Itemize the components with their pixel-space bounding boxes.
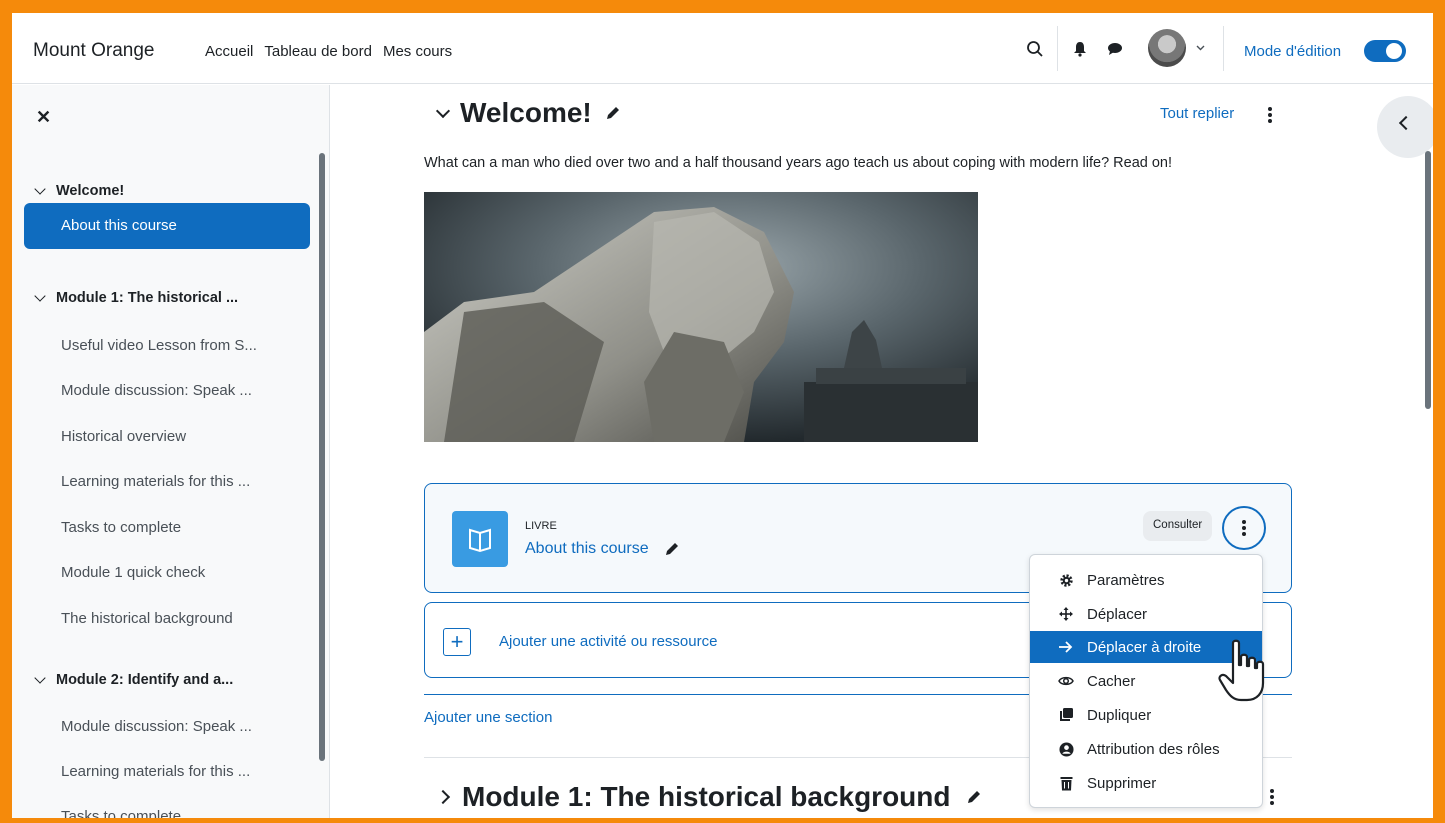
sidebar-section-label: Welcome!	[56, 183, 125, 199]
chevron-left-icon	[1398, 115, 1414, 131]
sidebar-item[interactable]: Module 1 quick check	[61, 564, 205, 581]
chat-icon[interactable]	[1105, 40, 1125, 58]
menu-item-assign-roles[interactable]: Attribution des rôles	[1030, 733, 1262, 765]
collapse-all-link[interactable]: Tout replier	[1160, 105, 1234, 122]
nav-dashboard[interactable]: Tableau de bord	[264, 43, 372, 60]
site-brand[interactable]: Mount Orange	[33, 40, 154, 62]
chevron-down-icon	[34, 289, 46, 302]
section-header-welcome: Welcome!	[435, 97, 622, 129]
activity-type: LIVRE	[525, 520, 557, 532]
copy-icon	[1058, 707, 1074, 723]
search-icon[interactable]	[1024, 38, 1046, 60]
eye-icon	[1058, 673, 1074, 689]
sidebar-item[interactable]: Module discussion: Speak ...	[61, 718, 252, 735]
kebab-icon	[1242, 520, 1246, 538]
edit-mode-label: Mode d'édition	[1244, 43, 1342, 60]
gear-icon	[1058, 572, 1074, 588]
chevron-down-icon[interactable]	[1194, 42, 1206, 54]
section-title: Welcome!	[460, 97, 592, 128]
top-navbar: Mount Orange Accueil Tableau de bord Mes…	[12, 13, 1433, 84]
chevron-down-icon[interactable]	[435, 103, 451, 118]
section-summary: What can a man who died over two and a h…	[424, 155, 1173, 171]
close-icon[interactable]: ✕	[36, 107, 51, 128]
primary-nav: Accueil Tableau de bord Mes cours	[205, 43, 452, 60]
activity-actions-button[interactable]	[1222, 506, 1266, 550]
user-circle-icon	[1058, 741, 1074, 757]
course-hero-image	[424, 192, 978, 442]
menu-item-move[interactable]: Déplacer	[1030, 598, 1262, 630]
move-arrows-icon	[1058, 606, 1074, 622]
chevron-right-icon[interactable]	[435, 789, 451, 805]
pencil-icon[interactable]	[965, 788, 983, 806]
menu-item-duplicate[interactable]: Dupliquer	[1030, 699, 1262, 731]
trash-icon	[1058, 775, 1074, 791]
course-index-drawer: ✕ Welcome! About this course Module 1: T…	[12, 85, 330, 818]
hand-cursor-icon	[1218, 639, 1265, 702]
chevron-down-icon	[34, 671, 46, 684]
pencil-icon[interactable]	[663, 540, 681, 558]
add-section-link[interactable]: Ajouter une section	[424, 709, 552, 726]
plus-icon: +	[443, 628, 471, 656]
sidebar-section-module-1[interactable]: Module 1: The historical ...	[34, 289, 239, 306]
sidebar-item[interactable]: Tasks to complete	[61, 519, 181, 536]
sidebar-scrollbar[interactable]	[319, 153, 325, 761]
sidebar-section-label: Module 2: Identify and a...	[56, 672, 234, 688]
edit-mode-toggle[interactable]	[1364, 40, 1406, 62]
navbar-divider	[1057, 26, 1058, 71]
menu-item-label: Supprimer	[1087, 774, 1157, 792]
sidebar-item[interactable]: Learning materials for this ...	[61, 473, 250, 490]
section-menu-icon[interactable]	[1270, 789, 1274, 807]
menu-item-label: Cacher	[1087, 672, 1136, 690]
moodle-window: Mount Orange Accueil Tableau de bord Mes…	[12, 13, 1433, 818]
menu-item-label: Dupliquer	[1087, 706, 1152, 724]
sidebar-item[interactable]: The historical background	[61, 610, 233, 627]
arrow-right-icon	[1058, 639, 1074, 655]
menu-item-label: Attribution des rôles	[1087, 740, 1220, 758]
sidebar-item[interactable]: Module discussion: Speak ...	[61, 382, 252, 399]
section-header-module-1: Module 1: The historical background	[435, 781, 983, 813]
user-avatar[interactable]	[1148, 29, 1186, 67]
sidebar-item[interactable]: Useful video Lesson from S...	[61, 337, 257, 354]
pencil-icon[interactable]	[604, 104, 622, 122]
nav-home[interactable]: Accueil	[205, 43, 253, 60]
add-activity-label: Ajouter une activité ou ressource	[499, 633, 718, 650]
navbar-divider	[1223, 26, 1224, 71]
menu-item-settings[interactable]: Paramètres	[1030, 564, 1262, 596]
bell-icon[interactable]	[1071, 40, 1089, 58]
sidebar-item[interactable]: Historical overview	[61, 428, 186, 445]
main-scrollbar[interactable]	[1425, 151, 1431, 409]
sidebar-item[interactable]: Tasks to complete	[61, 808, 181, 818]
book-icon	[452, 511, 508, 567]
sidebar-item[interactable]: Learning materials for this ...	[61, 763, 250, 780]
menu-item-label: Déplacer	[1087, 605, 1148, 623]
nav-my-courses[interactable]: Mes cours	[383, 43, 452, 60]
section-title: Module 1: The historical background	[462, 781, 951, 812]
menu-item-delete[interactable]: Supprimer	[1030, 767, 1262, 799]
activity-name-link[interactable]: About this course	[525, 540, 649, 558]
block-drawer-toggle[interactable]	[1377, 96, 1433, 158]
completion-badge: Consulter	[1143, 511, 1213, 541]
sidebar-section-label: Module 1: The historical ...	[56, 290, 239, 306]
section-menu-icon[interactable]	[1268, 107, 1272, 125]
sidebar-section-module-2[interactable]: Module 2: Identify and a...	[34, 671, 234, 688]
sidebar-item-about-course[interactable]: About this course	[24, 203, 310, 249]
sidebar-section-welcome[interactable]: Welcome!	[34, 182, 125, 199]
menu-item-label: Déplacer à droite	[1087, 638, 1202, 656]
menu-item-label: Paramètres	[1087, 571, 1165, 589]
chevron-down-icon	[34, 182, 46, 195]
